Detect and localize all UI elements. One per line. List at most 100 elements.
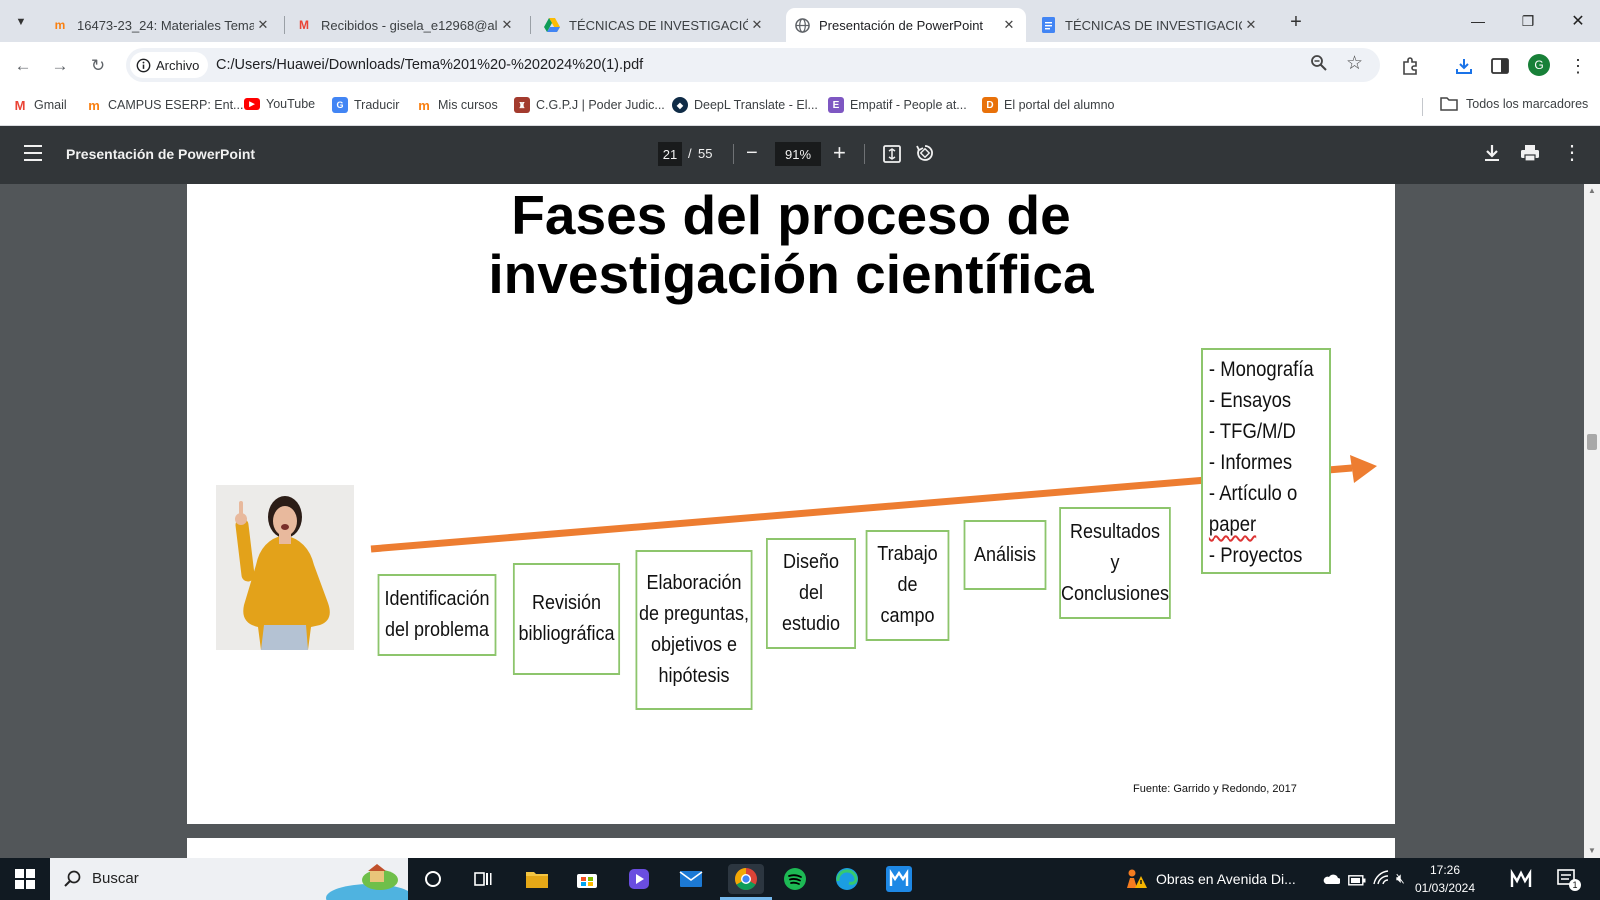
clock[interactable]: 17:26 01/03/2024 [1412,861,1478,897]
zoom-in-icon[interactable]: + [833,140,846,166]
scrollbar[interactable]: ▲ ▼ [1584,184,1600,858]
tab-gmail[interactable]: M Recibidos - gisela_e12968@alumnos ✕ [288,8,524,42]
globe-icon [794,17,810,33]
next-pdf-page [187,838,1395,858]
moodle-icon: m [418,97,430,113]
microsoft-store-icon[interactable] [572,864,602,894]
side-panel-icon[interactable] [1488,54,1512,78]
moodle-icon: m [54,18,66,32]
bookmark-mis-cursos[interactable]: m Mis cursos [416,97,498,113]
clipchamp-icon[interactable] [624,864,654,894]
step-resultados: Resultados y Conclusiones [1059,507,1171,619]
close-icon[interactable]: ✕ [498,17,516,33]
file-explorer-icon[interactable] [522,864,552,894]
minimize-button[interactable]: — [1458,8,1498,34]
tab-strip: ▼ m 16473-23_24: Materiales Tema 1 ✕ M R… [0,0,1600,42]
zoom-out-icon[interactable]: − [746,142,758,165]
bookmark-portal-alumno[interactable]: D El portal del alumno [982,97,1114,113]
step-elaboracion: Elaboración de preguntas, objetivos e hipót… [635,550,753,710]
meet-now-icon[interactable] [1510,868,1532,894]
download-icon[interactable] [1452,54,1476,78]
gmail-icon: M [299,18,309,32]
profile-avatar[interactable]: G [1528,54,1550,76]
bookmark-youtube[interactable]: ▶ YouTube [244,97,315,111]
google-drive-icon [544,17,560,33]
search-icon [64,870,81,887]
step-analisis: Análisis [963,520,1047,590]
back-icon[interactable]: ← [11,54,35,78]
new-tab-button[interactable]: + [1284,10,1308,34]
mail-icon[interactable] [676,864,706,894]
restore-button[interactable]: ❐ [1508,8,1548,34]
bookmark-deepl[interactable]: ◆ DeepL Translate - El... [672,97,818,113]
print-icon[interactable] [1520,143,1540,168]
bookmark-campus-eserp[interactable]: m CAMPUS ESERP: Ent... [86,97,243,113]
tab-presentacion-powerpoint[interactable]: Presentación de PowerPoint ✕ [786,8,1026,42]
rotate-icon[interactable] [915,143,935,168]
reload-icon[interactable]: ↻ [86,54,110,78]
tab-google-docs[interactable]: TÉCNICAS DE INVESTIGACIÓN CIENTÍFICA ✕ [1032,8,1268,42]
edge-icon[interactable] [832,864,862,894]
wifi-icon[interactable] [1372,870,1390,891]
step-identificacion: Identificación del problema [377,574,497,656]
battery-icon[interactable] [1348,873,1366,891]
zoom-icon[interactable] [1310,54,1328,77]
pdf-viewer-area[interactable]: Fases del proceso de investigación cient… [0,184,1600,858]
fit-page-icon[interactable] [882,144,902,169]
page-number-input[interactable]: 21 [658,142,682,166]
url-text[interactable]: C:/Users/Huawei/Downloads/Tema%201%20-%2… [216,57,643,73]
bookmark-traducir[interactable]: G Traducir [332,97,399,113]
youtube-icon: ▶ [244,98,260,110]
scrollbar-thumb[interactable] [1587,434,1597,450]
more-options-icon[interactable]: ⋮ [1562,140,1582,165]
close-icon[interactable]: ✕ [254,17,272,33]
pdf-page: Fases del proceso de investigación cient… [187,184,1395,824]
weather-widget[interactable]: Obras en Avenida Di... [1124,868,1296,890]
close-icon[interactable]: ✕ [748,17,766,33]
volume-muted-icon[interactable]: 🔇︎ [1396,870,1405,887]
windows-taskbar: Buscar Obras en Avenida Di... 🔇︎ 17:26 0… [0,858,1600,900]
bookmark-empatif[interactable]: E Empatif - People at... [828,97,967,113]
site-info-chip[interactable]: Archivo [130,52,209,78]
menu-dots-icon[interactable]: ⋮ [1566,54,1590,78]
step-trabajo-campo: Trabajo de campo [865,530,950,641]
chrome-icon[interactable] [728,864,764,894]
scroll-down-icon[interactable]: ▼ [1588,846,1596,855]
source-citation: Fuente: Garrido y Redondo, 2017 [1133,783,1297,795]
tab-moodle-materiales[interactable]: m 16473-23_24: Materiales Tema 1 ✕ [44,8,280,42]
task-view-icon[interactable] [468,864,498,894]
pdf-toolbar: Presentación de PowerPoint 21 / 55 − 91%… [0,126,1600,184]
pdf-download-icon[interactable] [1482,143,1502,168]
tab-google-drive[interactable]: TÉCNICAS DE INVESTIGACIÓN CIENTÍFICA ✕ [536,8,774,42]
spotify-icon[interactable] [780,864,810,894]
google-docs-icon [1040,17,1056,33]
address-bar[interactable]: Archivo C:/Users/Huawei/Downloads/Tema%2… [126,48,1380,82]
zoom-level-input[interactable]: 91% [775,142,821,166]
bookmark-star-icon[interactable]: ☆ [1346,52,1363,75]
tab-search-button[interactable]: ▼ [10,11,32,33]
onedrive-icon[interactable] [1322,872,1341,890]
hamburger-menu-icon[interactable] [24,145,42,161]
info-icon [136,58,151,72]
notifications-icon[interactable]: 1 [1556,868,1581,895]
moodle-app-icon[interactable] [884,864,914,894]
bookmark-cgpj[interactable]: ♜ C.G.P.J | Poder Judic... [514,97,665,113]
bookmark-gmail[interactable]: M Gmail [12,97,67,113]
windows-start-icon[interactable] [10,864,40,894]
translate-icon: G [332,97,348,113]
scroll-up-icon[interactable]: ▲ [1588,186,1596,195]
search-highlight-image [320,862,408,900]
forward-icon[interactable]: → [48,54,72,78]
extensions-icon[interactable] [1398,54,1422,78]
all-bookmarks[interactable]: Todos los marcadores [1440,97,1588,111]
deepl-icon: ◆ [672,97,688,113]
close-icon[interactable]: ✕ [1000,17,1018,33]
cgpj-icon: ♜ [514,97,530,113]
cortana-icon[interactable] [418,864,448,894]
close-icon[interactable]: ✕ [1242,17,1260,33]
slide-title: Fases del proceso de investigación cient… [488,184,1094,305]
close-window-button[interactable]: ✕ [1558,8,1598,34]
taskbar-search-box[interactable]: Buscar [50,858,408,900]
bookmarks-bar: M Gmail m CAMPUS ESERP: Ent... ▶ YouTube… [0,88,1600,126]
step-diseno: Diseño del estudio [766,538,856,649]
